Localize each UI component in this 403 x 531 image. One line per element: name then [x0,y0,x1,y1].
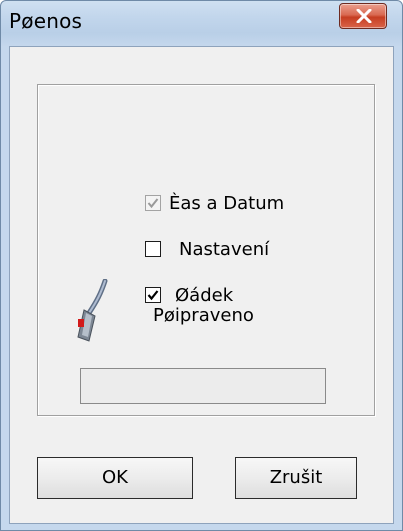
checkmark-icon [147,290,159,301]
checkmark-icon [147,198,159,209]
transfer-dialog: Pøenos Èas a Datum Nastavení Øádek Pøipr… [0,0,403,531]
checkbox-time-date-box[interactable] [145,195,161,211]
checkbox-settings-box[interactable] [145,241,161,257]
checkbox-time-date-label: Èas a Datum [169,193,285,214]
serial-cable-icon [77,279,108,342]
dialog-body: Èas a Datum Nastavení Øádek Pøipraveno O… [9,46,394,524]
checkbox-line-label: Øádek [175,285,234,306]
cancel-button[interactable]: Zrušit [235,457,357,499]
status-text: Pøipraveno [153,305,254,326]
transfer-progress-bar [80,368,326,404]
ok-button[interactable]: OK [37,457,193,499]
close-x-icon [356,9,372,23]
close-button[interactable] [339,3,387,29]
window-title: Pøenos [9,9,83,33]
checkbox-settings-label: Nastavení [179,239,270,260]
title-bar[interactable]: Pøenos [1,1,402,45]
checkbox-line-box[interactable] [145,287,161,303]
